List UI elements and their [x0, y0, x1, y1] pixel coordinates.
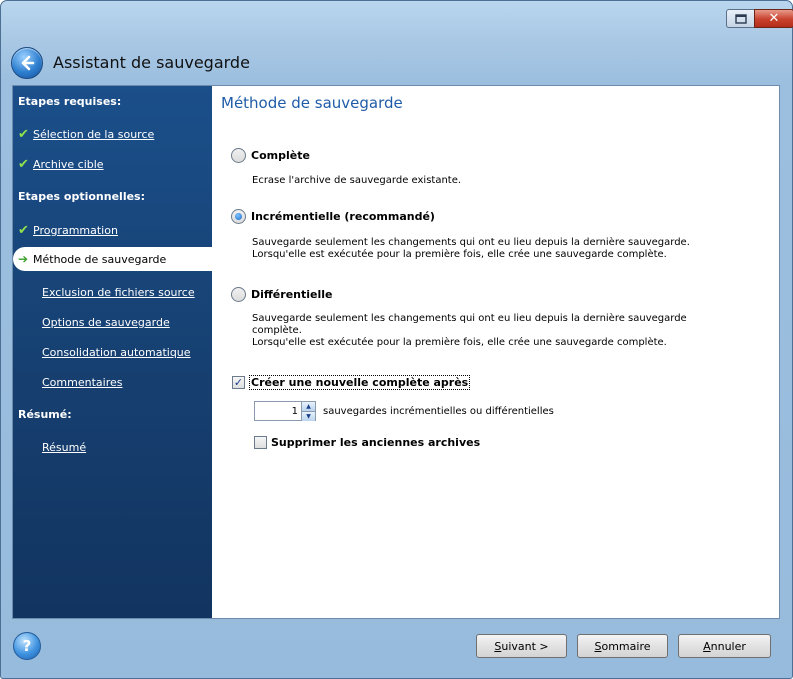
sidebar-item-backup-method[interactable]: ➔ Méthode de sauvegarde — [13, 247, 212, 271]
sidebar-item-label: Résumé — [42, 441, 87, 454]
create-full-checkbox-row[interactable]: ✓ Créer une nouvelle complète après — [232, 375, 471, 390]
title-bar: Assistant de sauvegarde ✕ — [1, 1, 793, 85]
cancel-button[interactable]: Annuler — [678, 634, 771, 658]
main-panel: Méthode de sauvegarde Complète Ecrase l'… — [212, 86, 779, 618]
close-button[interactable]: ✕ — [754, 9, 793, 28]
sidebar-item-auto-consolidation[interactable]: Consolidation automatique — [42, 346, 191, 359]
option-description: Ecrase l'archive de sauvegarde existante… — [252, 175, 772, 187]
footer-bar: ? Suivant > Sommaire Annuler — [1, 621, 792, 678]
window-title: Assistant de sauvegarde — [53, 53, 250, 72]
page-title: Méthode de sauvegarde — [221, 94, 403, 112]
spinner-row: 1 ▲ ▼ sauvegardes incrémentielles ou dif… — [254, 401, 554, 421]
option-incremental[interactable]: Incrémentielle (recommandé) — [231, 209, 435, 224]
radio-incremental[interactable] — [231, 209, 246, 224]
option-description: Sauvegarde seulement les changements qui… — [252, 237, 772, 261]
mnemonic: S — [494, 639, 502, 653]
sidebar-item-label: Programmation — [33, 224, 118, 237]
optional-steps-heading: Etapes optionnelles: — [18, 190, 145, 203]
option-label: Incrémentielle (recommandé) — [251, 210, 435, 223]
option-differential[interactable]: Différentielle — [231, 287, 332, 302]
sidebar-item-scheduling[interactable]: ✔ Programmation — [18, 223, 118, 238]
option-full[interactable]: Complète — [231, 148, 310, 163]
create-full-label: Créer une nouvelle complète après — [249, 375, 471, 390]
close-icon: ✕ — [768, 11, 780, 26]
description-line: Lorsqu'elle est exécutée pour la premièr… — [252, 249, 667, 260]
checkmark-icon: ✔ — [18, 223, 29, 238]
delete-old-checkbox[interactable] — [254, 436, 267, 449]
sidebar-item-summary[interactable]: Résumé — [42, 441, 86, 454]
current-step-arrow-icon: ➔ — [18, 252, 29, 266]
button-label: uivant > — [501, 639, 549, 653]
sidebar-item-comments[interactable]: Commentaires — [42, 376, 122, 389]
help-icon: ? — [22, 637, 32, 655]
sidebar-item-target-archive[interactable]: ✔ Archive cible — [18, 157, 104, 172]
sidebar-item-label: Commentaires — [42, 376, 123, 389]
create-full-checkbox[interactable]: ✓ — [232, 376, 245, 389]
stepper-up-icon[interactable]: ▲ — [301, 402, 315, 412]
caption-buttons: ✕ — [726, 9, 793, 28]
sidebar-item-source[interactable]: ✔ Sélection de la source — [18, 127, 154, 142]
next-button[interactable]: Suivant > — [476, 634, 567, 658]
delete-old-checkbox-row[interactable]: Supprimer les anciennes archives — [254, 436, 480, 449]
summary-button[interactable]: Sommaire — [577, 634, 668, 658]
radio-full[interactable] — [231, 148, 246, 163]
stepper-label: sauvegardes incrémentielles ou différent… — [323, 405, 554, 417]
description-line: Lorsqu'elle est exécutée pour la premièr… — [252, 337, 667, 348]
mnemonic: S — [594, 639, 602, 653]
restore-icon — [734, 13, 747, 24]
button-label: ommaire — [601, 639, 651, 653]
stepper-down-icon[interactable]: ▼ — [301, 412, 315, 421]
sidebar-item-label: Archive cible — [33, 158, 104, 171]
stepper-buttons: ▲ ▼ — [301, 402, 315, 421]
mnemonic: A — [703, 639, 711, 653]
wizard-content: Etapes requises: ✔ Sélection de la sourc… — [12, 85, 780, 619]
sidebar-item-label: Sélection de la source — [33, 128, 155, 141]
wizard-window: Assistant de sauvegarde ✕ Etapes requise… — [0, 0, 793, 679]
help-button[interactable]: ? — [13, 632, 41, 660]
sidebar-item-label: Méthode de sauvegarde — [33, 252, 167, 266]
checkmark-icon: ✔ — [18, 127, 29, 142]
sidebar-item-label: Consolidation automatique — [42, 346, 191, 359]
restore-button[interactable] — [726, 9, 754, 28]
count-stepper[interactable]: 1 ▲ ▼ — [254, 401, 316, 421]
back-arrow-icon — [21, 55, 35, 71]
option-label: Complète — [251, 149, 310, 162]
required-steps-heading: Etapes requises: — [18, 95, 122, 108]
steps-sidebar: Etapes requises: ✔ Sélection de la sourc… — [13, 86, 212, 618]
button-label: nnuler — [710, 639, 746, 653]
option-label: Différentielle — [251, 288, 333, 301]
description-line: Ecrase l'archive de sauvegarde existante… — [252, 175, 462, 186]
description-line: Sauvegarde seulement les changements qui… — [252, 313, 687, 336]
description-line: Sauvegarde seulement les changements qui… — [252, 237, 690, 248]
sidebar-item-label: Options de sauvegarde — [42, 316, 170, 329]
sidebar-item-label: Exclusion de fichiers source — [42, 286, 195, 299]
summary-heading: Résumé: — [18, 408, 72, 421]
back-button[interactable] — [11, 47, 43, 79]
checkmark-icon: ✔ — [18, 157, 29, 172]
sidebar-item-backup-options[interactable]: Options de sauvegarde — [42, 316, 170, 329]
sidebar-item-exclusion[interactable]: Exclusion de fichiers source — [42, 286, 195, 299]
radio-differential[interactable] — [231, 287, 246, 302]
option-description: Sauvegarde seulement les changements qui… — [252, 313, 732, 349]
delete-old-label: Supprimer les anciennes archives — [271, 436, 481, 449]
stepper-value: 1 — [291, 405, 298, 417]
